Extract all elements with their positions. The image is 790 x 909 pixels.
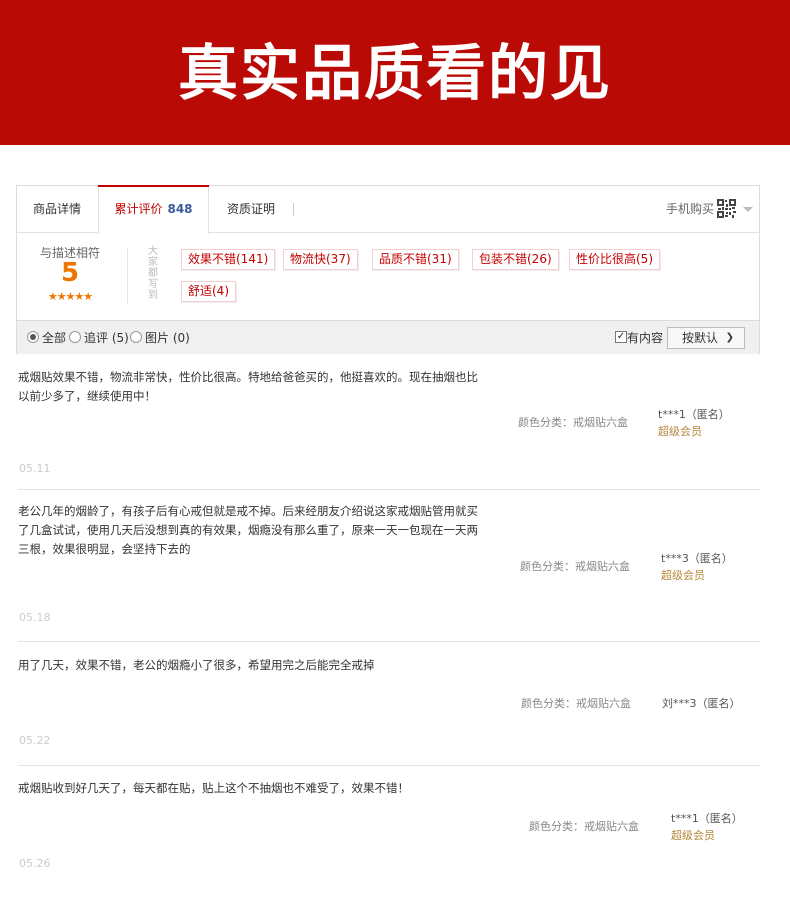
review-text: 用了几天，效果不错，老公的烟瘾小了很多，希望用完之后能完全戒掉	[18, 658, 375, 672]
review-item: 用了几天，效果不错，老公的烟瘾小了很多，希望用完之后能完全戒掉 颜色分类：戒烟贴…	[18, 642, 760, 766]
review-date: 05.11	[19, 462, 51, 475]
tab-bar: 商品详情 累计评价 848 资质证明 手机购买	[17, 185, 759, 234]
qr-code-icon[interactable]	[717, 199, 736, 218]
review-sku: 颜色分类：戒烟贴六盒	[520, 560, 630, 573]
has-content-checkbox[interactable]: ✓	[615, 331, 627, 343]
review-item: 戒烟贴收到好几天了，每天都在贴，贴上这个不抽烟也不难受了，效果不错！ 颜色分类：…	[18, 766, 760, 886]
dropdown-triangle-icon[interactable]	[743, 207, 753, 212]
review-text: 老公几年的烟龄了，有孩子后有心戒但就是戒不掉。后来经朋友介绍说这家戒烟贴管用就买…	[18, 504, 478, 556]
review-sku: 颜色分类：戒烟贴六盒	[518, 416, 628, 429]
tab-reviews-label: 累计评价	[114, 202, 163, 216]
radio-all[interactable]	[27, 331, 39, 343]
review-vip-badge: 超级会员	[671, 829, 715, 842]
tag-effect-good[interactable]: 效果不错(141)	[181, 249, 276, 270]
review-user: t***1（匿名）	[658, 408, 730, 421]
chevron-down-icon: ❯	[725, 332, 734, 343]
rating-summary: 与描述相符 5 ★★★★★ 大家都写到 效果不错(141) 物流快(37) 品质…	[17, 234, 759, 319]
review-sku: 颜色分类：戒烟贴六盒	[521, 697, 631, 710]
has-content-label[interactable]: 有内容	[627, 321, 663, 355]
radio-images[interactable]	[130, 331, 142, 343]
review-vip-badge: 超级会员	[658, 425, 702, 438]
tab-reviews[interactable]: 累计评价 848	[98, 185, 209, 234]
review-user: t***3（匿名）	[661, 552, 733, 565]
review-sku: 颜色分类：戒烟贴六盒	[529, 820, 639, 833]
filter-followup-label[interactable]: 追评 (5)	[84, 321, 129, 355]
sort-select[interactable]: 按默认 ❯	[667, 327, 745, 349]
tag-comfortable[interactable]: 舒适(4)	[181, 281, 236, 302]
filter-bar: 全部 追评 (5) 图片 (0) ✓ 有内容 按默认 ❯	[17, 320, 759, 354]
review-text: 戒烟贴效果不错，物流非常快，性价比很高。特地给爸爸买的，他挺喜欢的。现在抽烟也比…	[18, 370, 478, 403]
review-user: t***1（匿名）	[671, 812, 743, 825]
rating-stars-icon: ★★★★★	[47, 290, 93, 303]
summary-divider	[127, 248, 128, 304]
tag-fast-shipping[interactable]: 物流快(37)	[283, 249, 358, 270]
review-vip-badge: 超级会员	[661, 569, 705, 582]
tag-packaging-good[interactable]: 包装不错(26)	[472, 249, 559, 270]
banner-title: 真实品质看的见	[178, 39, 612, 109]
tags-caption: 大家都写到	[148, 246, 158, 301]
filter-all-label[interactable]: 全部	[42, 321, 66, 355]
mobile-buy-link[interactable]: 手机购买	[666, 186, 714, 233]
review-date: 05.18	[19, 611, 51, 624]
tab-divider	[293, 203, 294, 216]
reviews-panel: 商品详情 累计评价 848 资质证明 手机购买 与描述相符 5 ★★★★★ 大家…	[16, 185, 760, 354]
filter-images-label[interactable]: 图片 (0)	[145, 321, 190, 355]
review-user: 刘***3（匿名）	[662, 697, 741, 710]
review-date: 05.22	[19, 734, 51, 747]
page: 真实品质看的见 商品详情 累计评价 848 资质证明 手机购买 与描述相符 5 …	[0, 0, 790, 909]
radio-followup[interactable]	[69, 331, 81, 343]
reviews-count: 848	[167, 202, 193, 216]
hero-banner: 真实品质看的见	[0, 0, 790, 145]
tab-product-detail[interactable]: 商品详情	[33, 186, 81, 233]
rating-score: 5	[60, 258, 80, 288]
sort-select-value: 按默认	[682, 331, 719, 345]
tab-quality-certificate[interactable]: 资质证明	[227, 186, 275, 233]
review-text: 戒烟贴收到好几天了，每天都在贴，贴上这个不抽烟也不难受了，效果不错！	[18, 781, 409, 795]
review-item: 戒烟贴效果不错，物流非常快，性价比很高。特地给爸爸买的，他挺喜欢的。现在抽烟也比…	[18, 355, 760, 490]
active-tab-indicator	[98, 185, 209, 187]
tag-value-high[interactable]: 性价比很高(5)	[569, 249, 660, 270]
review-item: 老公几年的烟龄了，有孩子后有心戒但就是戒不掉。后来经朋友介绍说这家戒烟贴管用就买…	[18, 490, 760, 642]
review-date: 05.26	[19, 857, 51, 870]
tag-quality-good[interactable]: 品质不错(31)	[372, 249, 459, 270]
